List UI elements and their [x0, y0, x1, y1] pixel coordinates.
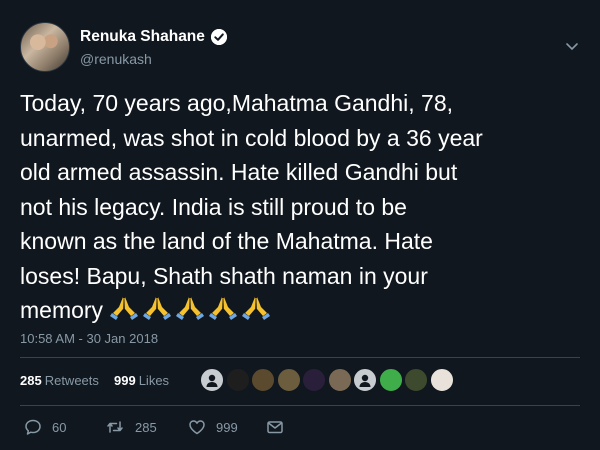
folded-hands-icon — [143, 297, 172, 320]
tweet-text-line: Today, 70 years ago,Mahatma Gandhi, 78, — [20, 90, 454, 116]
author-display-name[interactable]: Renuka Shahane — [80, 28, 205, 46]
liker-avatar[interactable] — [302, 368, 326, 392]
liker-avatar[interactable] — [429, 368, 454, 392]
verified-badge-icon — [210, 29, 227, 45]
heart-icon — [189, 420, 205, 435]
reply-button[interactable]: 60 — [24, 418, 66, 436]
tweet-text-line: old armed assassin. Hate killed Gandhi b… — [20, 159, 458, 185]
retweets-count: 285 — [20, 373, 42, 388]
engagement-stats: 285 Retweets 999 Likes — [20, 365, 580, 397]
folded-hands-icon — [242, 297, 271, 320]
folded-hands-icon — [110, 297, 139, 320]
likes-count: 999 — [114, 373, 136, 388]
liker-avatar[interactable] — [404, 368, 428, 392]
likes-stat[interactable]: 999 Likes — [114, 373, 169, 388]
author-name-row: Renuka Shahane — [80, 28, 227, 46]
tweet-header: Renuka Shahane @renukash — [20, 22, 580, 74]
liker-avatar[interactable] — [276, 368, 301, 392]
user-avatar[interactable] — [20, 22, 70, 72]
tweet-text-line: memory — [20, 297, 104, 323]
retweet-icon — [107, 421, 123, 433]
likes-label: Likes — [138, 373, 170, 388]
retweet-count: 285 — [135, 419, 157, 435]
retweet-button[interactable]: 285 — [105, 418, 157, 436]
folded-hands-icon — [209, 297, 238, 320]
tweet-text: Today, 70 years ago,Mahatma Gandhi, 78, … — [20, 86, 580, 328]
like-count: 999 — [216, 419, 238, 435]
tweet-text-line: unarmed, was shot in cold blood by a 36 … — [20, 124, 483, 151]
reply-count: 60 — [52, 419, 67, 435]
like-button[interactable]: 999 — [188, 418, 238, 436]
tweet-text-line: not his legacy. India is still proud to … — [20, 193, 407, 220]
divider — [20, 405, 580, 406]
chevron-down-icon[interactable] — [564, 38, 580, 54]
direct-message-button[interactable] — [266, 418, 294, 436]
liker-avatar[interactable] — [251, 368, 275, 392]
retweets-label: Retweets — [44, 373, 99, 388]
tweet-text-line: loses! Bapu, Shath shath naman in your — [20, 262, 428, 289]
tweet-text-line: known as the land of the Mahatma. Hate — [20, 228, 433, 254]
liker-avatar[interactable] — [378, 368, 403, 392]
tweet-card: Renuka Shahane @renukash Today, 70 years… — [0, 0, 600, 450]
liker-avatar[interactable] — [327, 368, 352, 392]
emoji-row — [109, 295, 274, 321]
tweet-timestamp[interactable]: 10:58 AM - 30 Jan 2018 — [20, 331, 158, 346]
liker-avatar[interactable] — [353, 368, 377, 392]
divider — [20, 357, 580, 358]
reply-icon — [25, 419, 41, 435]
liker-avatar[interactable] — [200, 368, 224, 392]
envelope-icon — [267, 421, 283, 434]
liker-avatars — [200, 368, 455, 392]
tweet-actions: 60 285 999 — [20, 418, 580, 440]
retweets-stat[interactable]: 285 Retweets — [20, 373, 99, 388]
tweet-text-last-line: memory — [20, 293, 580, 328]
liker-avatar[interactable] — [225, 368, 250, 392]
folded-hands-icon — [176, 297, 205, 320]
author-handle[interactable]: @renukash — [80, 51, 152, 67]
